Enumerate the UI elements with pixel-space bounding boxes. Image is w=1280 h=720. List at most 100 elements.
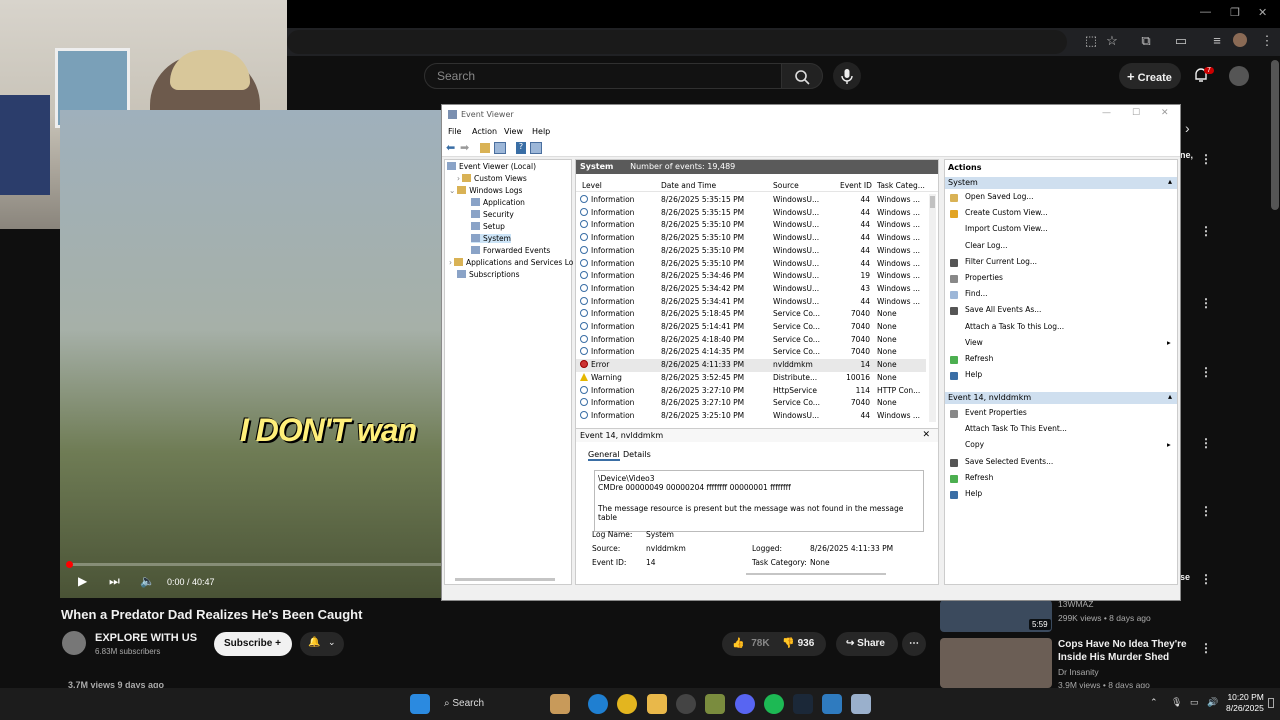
taskbar-clock[interactable]: 10:20 PM 8/26/2025	[1226, 692, 1264, 714]
more-options-icon[interactable]: ⋮	[1200, 365, 1212, 379]
tree-item-system[interactable]: System	[471, 234, 511, 243]
network-icon[interactable]: ▭	[1190, 697, 1199, 708]
action-item[interactable]: Event Properties	[965, 408, 1027, 417]
event-row[interactable]: Information 8/26/2025 3:27:10 PM HttpServi…	[576, 385, 926, 398]
action-item[interactable]: Filter Current Log...	[965, 257, 1037, 266]
taskbar-search[interactable]: ⌕ Search	[436, 694, 544, 714]
sidebar-icon[interactable]: ▭	[1172, 33, 1190, 49]
channel-avatar[interactable]	[62, 631, 86, 655]
microphone-icon[interactable]: 🎙	[1171, 697, 1182, 708]
minimize-icon[interactable]: —	[1200, 6, 1211, 18]
event-row[interactable]: Error 8/26/2025 4:11:33 PM nvlddmkm 14 None	[576, 359, 926, 372]
address-field[interactable]	[287, 30, 1067, 54]
tree-item-subscriptions[interactable]: Subscriptions	[457, 270, 520, 279]
progress-scrubber[interactable]	[66, 561, 73, 568]
action-item[interactable]: Save Selected Events...	[965, 457, 1053, 466]
tree-hscrollbar[interactable]	[455, 578, 555, 581]
ev-minimize-icon[interactable]: —	[1102, 108, 1111, 118]
action-item[interactable]: Copy	[965, 440, 984, 449]
page-scrollbar[interactable]	[1271, 60, 1279, 210]
event-description-box[interactable]: \Device\Video3 CMDre 00000049 00000204 f…	[594, 470, 924, 532]
event-row[interactable]: Information 8/26/2025 5:35:10 PM WindowsU.…	[576, 245, 926, 258]
event-row[interactable]: Information 8/26/2025 5:35:10 PM WindowsU.…	[576, 232, 926, 245]
tree-item-security[interactable]: Security	[471, 210, 514, 219]
video-player[interactable]	[60, 110, 442, 598]
next-icon[interactable]: ⏭	[109, 574, 120, 589]
monitor-app-icon[interactable]	[822, 694, 842, 714]
forward-arrow-icon[interactable]: ➡	[460, 141, 469, 154]
thumbs-up-icon[interactable]: 👍	[732, 638, 744, 649]
action-item[interactable]: Find...	[965, 289, 988, 298]
event-row[interactable]: Information 8/26/2025 5:14:41 PM Service C…	[576, 321, 926, 334]
volume-icon[interactable]: 🔊	[1207, 697, 1218, 708]
action-item[interactable]: Help	[965, 370, 982, 379]
more-options-icon[interactable]: ⋮	[1200, 152, 1212, 166]
menu-file[interactable]: File	[448, 127, 461, 136]
tree-item-windows-logs[interactable]: ⌄ Windows Logs	[449, 186, 522, 195]
event-row[interactable]: Information 8/26/2025 4:14:35 PM Service C…	[576, 346, 926, 359]
event-row[interactable]: Information 8/26/2025 5:35:10 PM WindowsU.…	[576, 219, 926, 232]
tab-details[interactable]: Details	[623, 450, 651, 459]
notification-center-icon[interactable]	[1268, 698, 1274, 708]
spotify-icon[interactable]	[764, 694, 784, 714]
action-item[interactable]: Import Custom View...	[965, 224, 1048, 233]
show-hide-tree-icon[interactable]	[494, 142, 506, 154]
tab-general[interactable]: General	[588, 450, 620, 461]
action-item[interactable]: Clear Log...	[965, 241, 1008, 250]
maximize-icon[interactable]: ❐	[1230, 6, 1240, 19]
chrome-icon[interactable]	[617, 694, 637, 714]
event-row[interactable]: Information 8/26/2025 3:27:10 PM Service C…	[576, 397, 926, 410]
help-icon[interactable]: ?	[516, 142, 526, 154]
tree-item-local[interactable]: Event Viewer (Local)	[447, 162, 536, 171]
rec-title-line2[interactable]: Inside His Murder Shed	[1058, 652, 1169, 663]
close-icon[interactable]: ✕	[1258, 6, 1267, 19]
video-progress-bar[interactable]	[68, 563, 442, 566]
more-options-icon[interactable]: ⋮	[1200, 224, 1212, 238]
edge-icon[interactable]	[588, 694, 608, 714]
install-icon[interactable]: ⬚	[1082, 33, 1100, 49]
ev-maximize-icon[interactable]: ☐	[1132, 108, 1140, 118]
action-item[interactable]: Properties	[965, 273, 1003, 282]
back-arrow-icon[interactable]: ⬅	[446, 141, 455, 154]
action-item[interactable]: Open Saved Log...	[965, 192, 1034, 201]
file-explorer-icon[interactable]	[647, 694, 667, 714]
event-row[interactable]: Information 8/26/2025 4:18:40 PM Service C…	[576, 334, 926, 347]
detail-close-icon[interactable]: ✕	[922, 430, 930, 440]
more-options-icon[interactable]: ⋮	[1200, 436, 1212, 450]
col-date[interactable]: Date and Time	[661, 181, 716, 190]
event-viewer-taskbar-icon[interactable]	[851, 694, 871, 714]
action-item[interactable]: View	[965, 338, 983, 347]
browser-menu-icon[interactable]: ⋮	[1258, 33, 1276, 49]
windows-start-icon[interactable]	[410, 694, 430, 714]
event-row[interactable]: Information 8/26/2025 5:34:42 PM WindowsU.…	[576, 283, 926, 296]
up-folder-icon[interactable]	[480, 143, 490, 153]
channel-name[interactable]: EXPLORE WITH US	[95, 632, 197, 644]
bookmark-star-icon[interactable]: ☆	[1103, 33, 1121, 49]
more-options-icon[interactable]: ⋮	[1200, 572, 1212, 586]
rec-channel[interactable]: Dr Insanity	[1058, 667, 1099, 677]
col-level[interactable]: Level	[582, 181, 602, 190]
event-row[interactable]: Information 8/26/2025 5:35:10 PM WindowsU.…	[576, 258, 926, 271]
event-row[interactable]: Information 8/26/2025 5:34:41 PM WindowsU.…	[576, 296, 926, 309]
actions-section-event[interactable]: Event 14, nvlddmkm ▴	[945, 392, 1177, 404]
rec-title-line1[interactable]: Cops Have No Idea They're	[1058, 639, 1187, 650]
video-thumbnail[interactable]	[940, 638, 1052, 688]
more-actions-button[interactable]: ⋯	[902, 632, 926, 656]
media-controls-icon[interactable]: ≡	[1208, 33, 1226, 48]
ev-close-icon[interactable]: ✕	[1161, 108, 1169, 118]
channel-notify-button[interactable]: 🔔 ⌄	[300, 632, 344, 656]
tree-item-setup[interactable]: Setup	[471, 222, 505, 231]
list-scrollbar[interactable]	[929, 194, 936, 422]
more-options-icon[interactable]: ⋮	[1200, 641, 1212, 655]
more-options-icon[interactable]: ⋮	[1200, 296, 1212, 310]
search-button[interactable]	[781, 63, 823, 89]
show-hide-actions-icon[interactable]	[530, 142, 542, 154]
event-row[interactable]: Information 8/26/2025 5:18:45 PM Service C…	[576, 308, 926, 321]
create-button[interactable]: + Create	[1119, 63, 1181, 89]
tree-item-application[interactable]: Application	[471, 198, 525, 207]
action-item[interactable]: Refresh	[965, 354, 993, 363]
event-row[interactable]: Warning 8/26/2025 3:52:45 PM Distribute...…	[576, 372, 926, 385]
share-button[interactable]: ↪ Share	[836, 632, 898, 656]
col-task-category[interactable]: Task Categ...	[877, 181, 925, 190]
col-event-id[interactable]: Event ID	[840, 181, 872, 190]
